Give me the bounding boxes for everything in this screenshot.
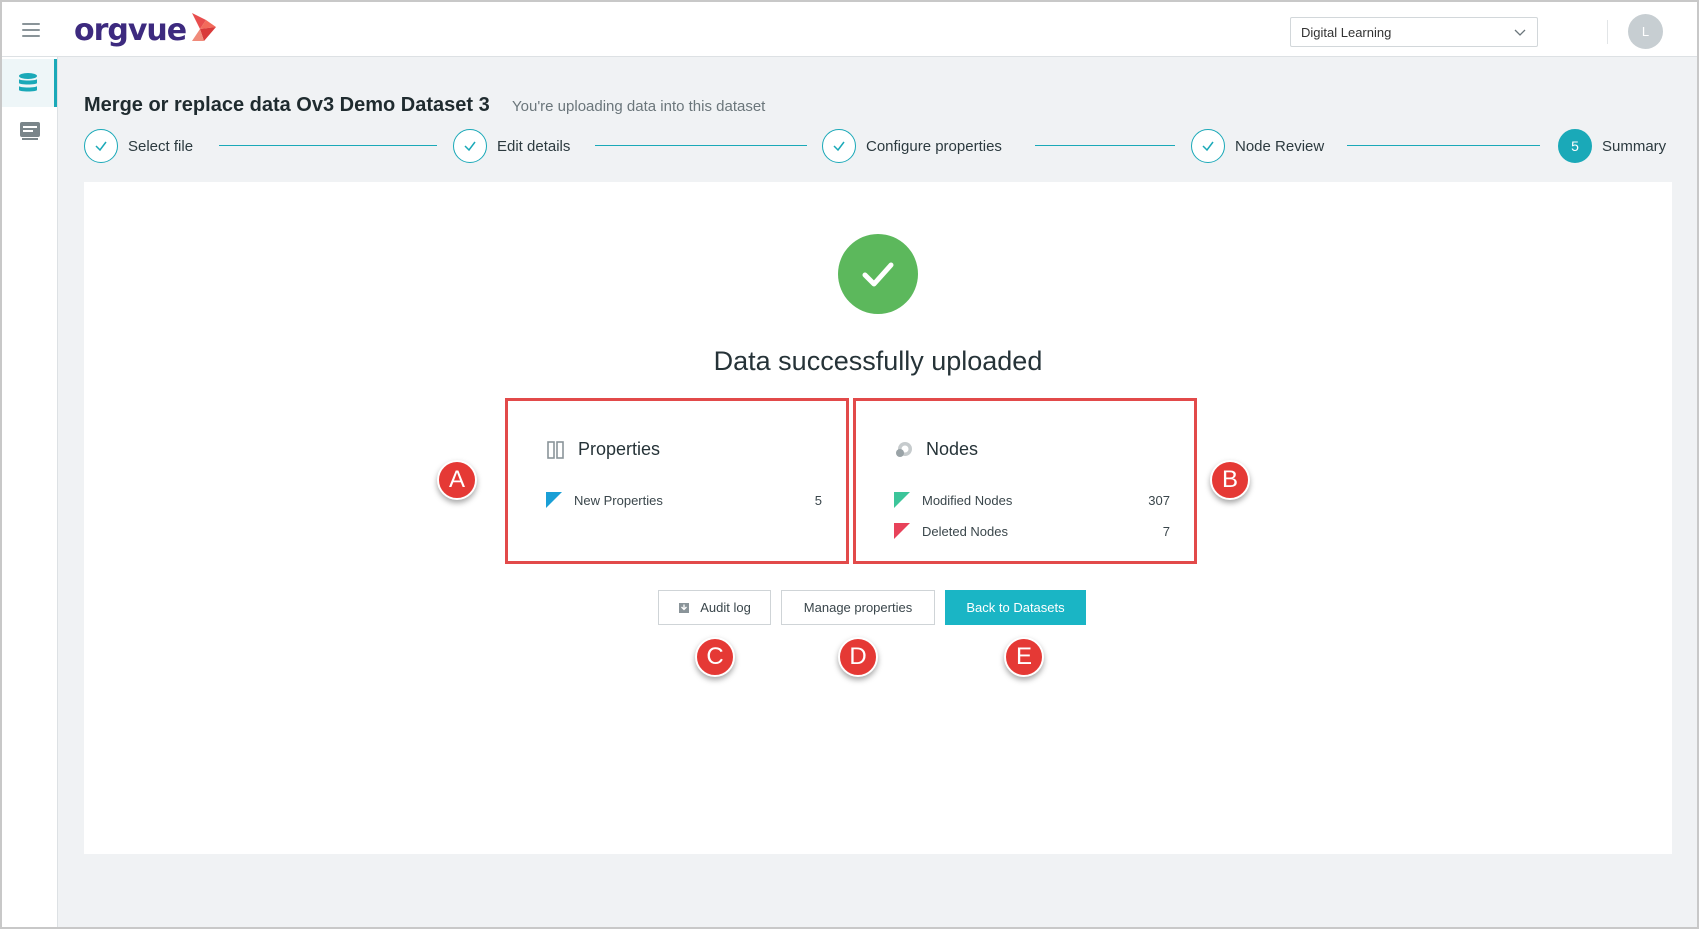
menu-icon[interactable] — [22, 23, 40, 37]
workspace-select[interactable]: Digital Learning — [1290, 17, 1538, 47]
flag-icon — [546, 492, 562, 508]
check-icon — [1202, 141, 1214, 152]
audit-log-label: Audit log — [700, 600, 751, 615]
check-icon — [862, 262, 894, 287]
step-select-file[interactable]: Select file — [84, 128, 193, 164]
step-connector — [1347, 145, 1540, 146]
manage-properties-button[interactable]: Manage properties — [781, 590, 935, 625]
logo-mark-icon — [192, 13, 217, 41]
columns-icon — [546, 440, 566, 460]
step-edit-details[interactable]: Edit details — [453, 128, 570, 164]
list-item: Deleted Nodes 7 — [894, 523, 1170, 539]
stepper: Select file Edit details Configure prope… — [84, 128, 1674, 164]
workspace-select-value: Digital Learning — [1301, 24, 1392, 40]
nodes-panel: Nodes Modified Nodes 307 Deleted Nodes 7 — [853, 398, 1197, 564]
nodes-icon — [894, 440, 914, 460]
annotation-badge-b: B — [1210, 460, 1250, 500]
step-label: Edit details — [497, 137, 571, 155]
nodes-panel-header: Nodes — [894, 439, 978, 460]
audit-log-button[interactable]: Audit log — [658, 590, 771, 625]
step-configure-properties[interactable]: Configure properties — [822, 128, 1002, 164]
step-label: Configure properties — [866, 137, 1002, 155]
step-done-circle — [84, 129, 118, 163]
back-to-datasets-label: Back to Datasets — [966, 600, 1065, 615]
annotation-badge-d: D — [838, 637, 878, 677]
success-check-icon — [838, 234, 918, 314]
top-bar: orgvue Digital Learning L — [2, 2, 1697, 57]
step-done-circle — [822, 129, 856, 163]
topbar-divider — [1607, 20, 1608, 44]
step-node-review[interactable]: Node Review — [1191, 128, 1324, 164]
properties-panel-header: Properties — [546, 439, 660, 460]
orgvue-logo[interactable]: orgvue — [74, 12, 218, 48]
manage-properties-label: Manage properties — [803, 600, 913, 615]
list-item: New Properties 5 — [546, 492, 822, 508]
nav-item-documents[interactable] — [2, 107, 57, 155]
step-done-circle — [1191, 129, 1225, 163]
check-icon — [833, 141, 845, 152]
page-subtitle: You're uploading data into this dataset — [512, 98, 766, 115]
avatar-initial: L — [1641, 24, 1650, 39]
flag-icon — [894, 523, 910, 539]
properties-panel-title: Properties — [578, 439, 661, 459]
step-connector — [595, 145, 807, 146]
list-item: Modified Nodes 307 — [894, 492, 1170, 508]
step-label: Node Review — [1235, 137, 1325, 155]
annotation-badge-c: C — [695, 637, 735, 677]
check-icon — [464, 141, 476, 152]
row-label: New Properties — [574, 492, 663, 508]
step-number: 5 — [1571, 138, 1579, 154]
step-connector — [1035, 145, 1175, 146]
row-label: Deleted Nodes — [922, 523, 1008, 539]
step-done-circle — [453, 129, 487, 163]
flag-icon — [894, 492, 910, 508]
download-icon — [678, 602, 690, 614]
step-label: Summary — [1602, 137, 1667, 155]
row-value: 7 — [1162, 523, 1170, 539]
row-value: 5 — [814, 492, 822, 508]
row-label: Modified Nodes — [922, 492, 1013, 508]
step-current-circle: 5 — [1558, 129, 1592, 163]
app-window: orgvue Digital Learning L Merge or repla… — [0, 0, 1699, 929]
step-summary[interactable]: 5 Summary — [1558, 128, 1666, 164]
document-icon — [19, 122, 40, 140]
back-to-datasets-button[interactable]: Back to Datasets — [945, 590, 1086, 625]
step-label: Select file — [128, 137, 194, 155]
check-icon — [95, 141, 107, 152]
chevron-down-icon — [1514, 29, 1526, 36]
nav-item-datasets[interactable] — [2, 59, 57, 107]
annotation-badge-e: E — [1004, 637, 1044, 677]
success-title: Data successfully uploaded — [713, 346, 1043, 376]
summary-card: Data successfully uploaded Properties Ne… — [84, 182, 1672, 854]
database-icon — [19, 73, 37, 92]
avatar[interactable]: L — [1628, 14, 1663, 49]
row-value: 307 — [1148, 492, 1170, 508]
properties-panel: Properties New Properties 5 — [505, 398, 849, 564]
logo-text: orgvue — [74, 12, 187, 48]
left-nav — [2, 57, 58, 927]
annotation-badge-a: A — [437, 460, 477, 500]
page-title: Merge or replace data Ov3 Demo Dataset 3 — [84, 94, 490, 116]
nodes-panel-title: Nodes — [926, 439, 979, 459]
step-connector — [219, 145, 437, 146]
